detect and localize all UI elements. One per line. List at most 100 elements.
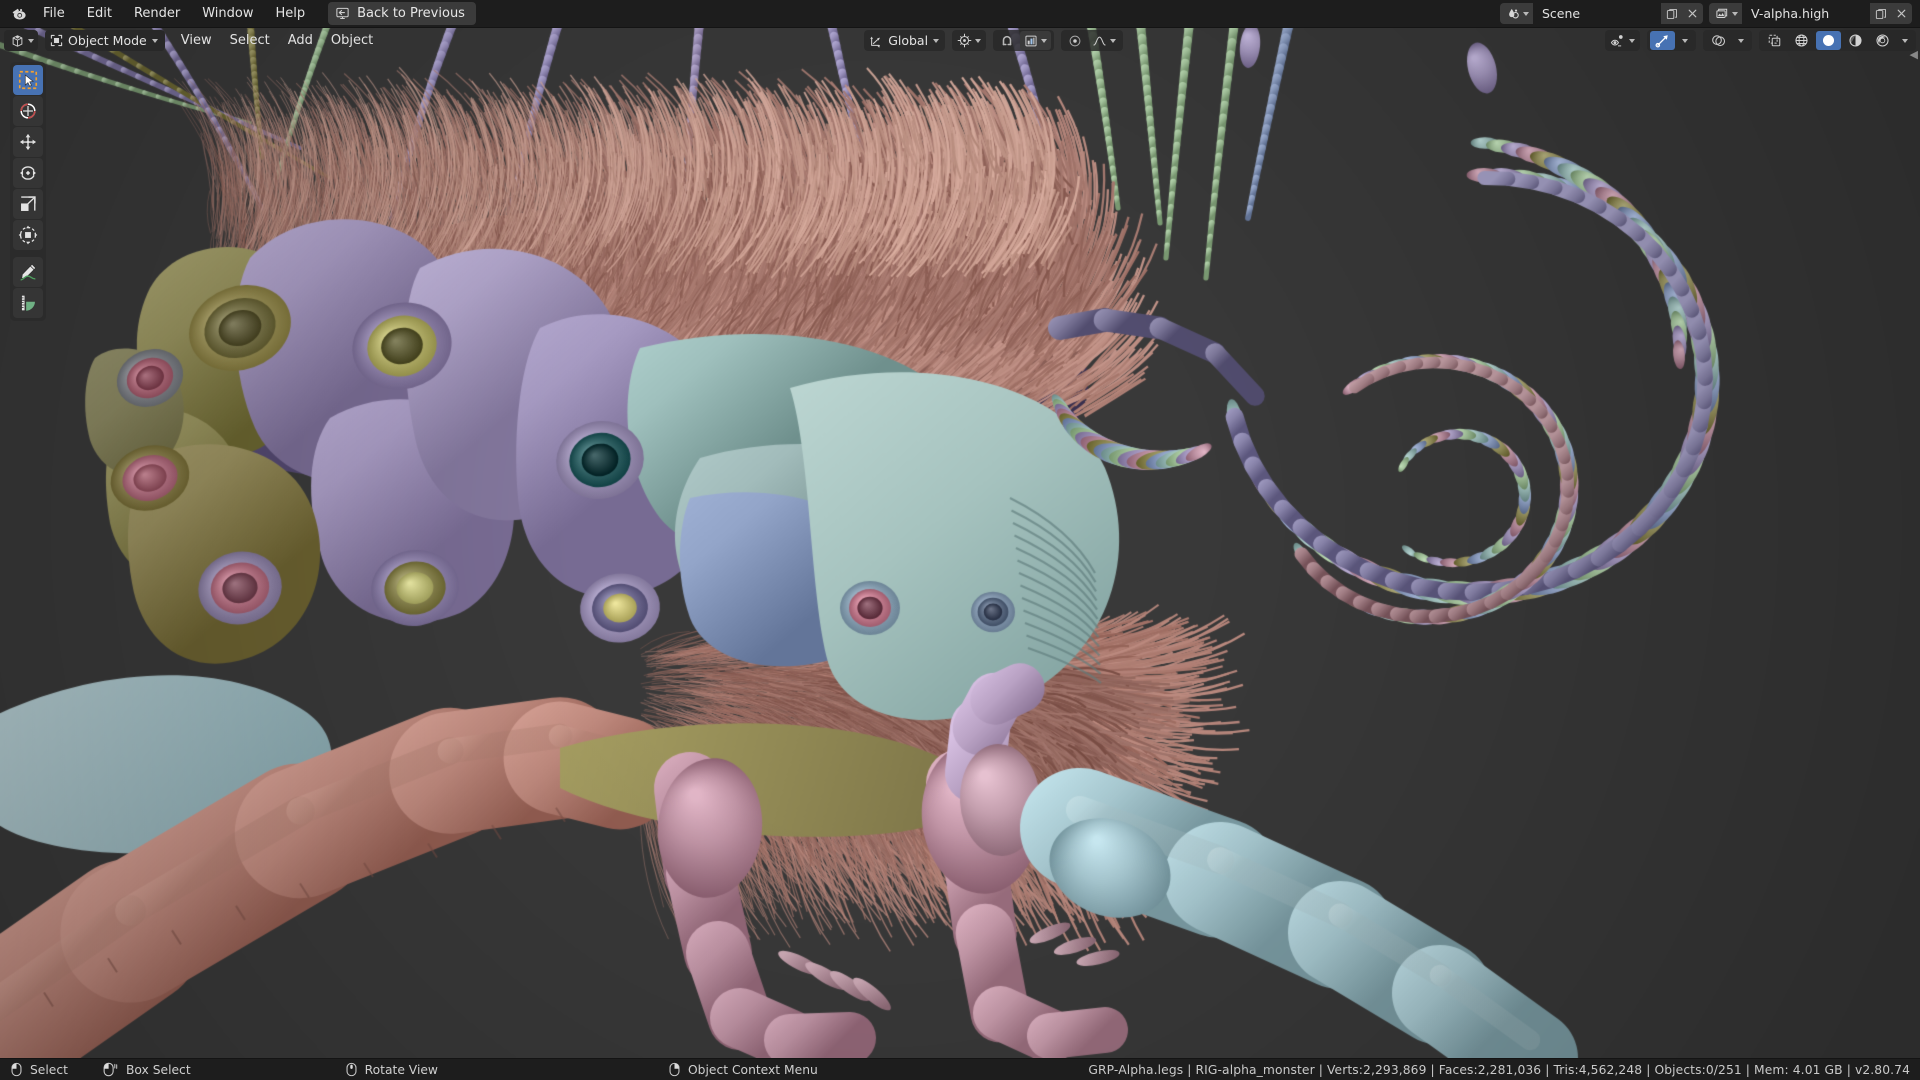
snap-to-selector[interactable] bbox=[1020, 31, 1051, 50]
shading-wireframe[interactable] bbox=[1789, 31, 1814, 50]
vp-menu-view[interactable]: View bbox=[172, 30, 221, 51]
toggle-xray-button[interactable] bbox=[1762, 31, 1787, 50]
keymap-object-context-menu: Object Context Menu bbox=[668, 1062, 818, 1077]
mouse-left-drag-icon bbox=[102, 1062, 119, 1077]
view-layer-icon[interactable] bbox=[1709, 3, 1742, 24]
object-visibility-selector[interactable] bbox=[1605, 30, 1640, 51]
chevron-down-icon bbox=[975, 39, 981, 43]
tool-rotate[interactable] bbox=[13, 158, 43, 188]
shading-solid[interactable] bbox=[1816, 31, 1841, 50]
vp-menu-add[interactable]: Add bbox=[279, 30, 322, 51]
chevron-down-icon bbox=[1732, 12, 1738, 16]
viewport-toolbar bbox=[10, 62, 46, 321]
vp-menu-select[interactable]: Select bbox=[221, 30, 279, 51]
material-preview-icon bbox=[1848, 33, 1863, 48]
transform-orientation-icon bbox=[869, 34, 883, 48]
back-to-previous-label: Back to Previous bbox=[357, 6, 465, 21]
overlay-controls bbox=[1703, 30, 1752, 51]
menu-edit[interactable]: Edit bbox=[76, 3, 123, 24]
wireframe-icon bbox=[1794, 33, 1809, 48]
tool-cursor[interactable] bbox=[13, 96, 43, 126]
keymap-rotate-view: Rotate View bbox=[345, 1062, 438, 1077]
proportional-falloff-selector[interactable] bbox=[1088, 31, 1120, 50]
snap-magnet-toggle[interactable] bbox=[996, 31, 1018, 50]
menu-render[interactable]: Render bbox=[123, 3, 191, 24]
solid-sphere-icon bbox=[1821, 33, 1836, 48]
scene-icon[interactable] bbox=[1500, 3, 1533, 24]
chevron-down-icon bbox=[1738, 39, 1744, 43]
keymap-box-select-label: Box Select bbox=[126, 1063, 191, 1077]
chevron-down-icon bbox=[152, 39, 158, 43]
shading-mode-group bbox=[1759, 30, 1916, 51]
chevron-down-icon bbox=[933, 39, 939, 43]
overlays-toggle[interactable] bbox=[1706, 31, 1731, 50]
shading-material[interactable] bbox=[1843, 31, 1868, 50]
mode-selector[interactable]: Object Mode bbox=[45, 30, 165, 51]
vp-menu-object[interactable]: Object bbox=[322, 30, 382, 51]
chevron-down-icon bbox=[1110, 39, 1116, 43]
tool-measure[interactable] bbox=[13, 288, 43, 318]
object-mode-icon bbox=[50, 34, 63, 47]
delete-scene-close-icon[interactable] bbox=[1682, 3, 1703, 24]
rendered-icon bbox=[1875, 33, 1890, 48]
chevron-down-icon bbox=[1682, 39, 1688, 43]
snap-to-increment-icon bbox=[1024, 34, 1038, 48]
object-types-visibility-icon bbox=[1610, 34, 1626, 48]
gizmo-toggle[interactable] bbox=[1650, 31, 1675, 50]
pivot-point-selector[interactable] bbox=[952, 30, 986, 51]
tool-scale[interactable] bbox=[13, 189, 43, 219]
chevron-down-icon bbox=[1629, 39, 1635, 43]
scene-selector[interactable]: Scene bbox=[1500, 3, 1703, 24]
move-icon bbox=[17, 131, 39, 153]
proportional-editing-icon bbox=[1068, 34, 1082, 48]
proportional-editing-toggle[interactable] bbox=[1064, 31, 1086, 50]
pivot-point-icon bbox=[957, 33, 972, 48]
view-layer-name-field[interactable]: V-alpha.high bbox=[1742, 3, 1870, 24]
snap-magnet-icon bbox=[1000, 34, 1014, 48]
menu-help[interactable]: Help bbox=[265, 3, 317, 24]
scale-icon bbox=[17, 193, 39, 215]
tool-annotate[interactable] bbox=[13, 257, 43, 287]
keymap-rotate-view-label: Rotate View bbox=[365, 1063, 438, 1077]
copy-view-layer-icon[interactable] bbox=[1870, 3, 1891, 24]
status-bar: Select Box Select Rotate View Objec bbox=[0, 1058, 1920, 1080]
transform-icon bbox=[17, 224, 39, 246]
3d-viewport[interactable] bbox=[0, 28, 1920, 1058]
gizmo-icon bbox=[1655, 33, 1670, 48]
menu-window[interactable]: Window bbox=[191, 3, 264, 24]
mouse-left-icon bbox=[10, 1062, 23, 1077]
annotate-pencil-icon bbox=[17, 261, 39, 283]
viewport-header: Object Mode View Select Add Object Globa… bbox=[0, 28, 1920, 53]
transform-orientation-selector[interactable]: Global bbox=[864, 30, 945, 51]
snapping-controls bbox=[993, 30, 1054, 51]
cursor-3d-icon bbox=[17, 100, 39, 122]
view-layer-selector[interactable]: V-alpha.high bbox=[1709, 3, 1912, 24]
chevron-down-icon bbox=[1523, 12, 1529, 16]
chevron-down-icon bbox=[1041, 39, 1047, 43]
delete-view-layer-close-icon[interactable] bbox=[1891, 3, 1912, 24]
back-to-previous-button[interactable]: Back to Previous bbox=[328, 2, 476, 25]
chevron-down-icon bbox=[28, 39, 34, 43]
keymap-select-label: Select bbox=[30, 1063, 68, 1077]
chevron-down-icon bbox=[1902, 39, 1908, 43]
gizmo-options-dropdown[interactable] bbox=[1677, 31, 1693, 50]
overlay-options-dropdown[interactable] bbox=[1733, 31, 1749, 50]
blender-logo-icon[interactable] bbox=[6, 0, 32, 28]
tool-move[interactable] bbox=[13, 127, 43, 157]
editor-type-3dview-icon bbox=[10, 34, 25, 48]
proportional-falloff-smooth-icon bbox=[1092, 34, 1107, 48]
scene-statistics: GRP-Alpha.legs | RIG-alpha_monster | Ver… bbox=[1088, 1063, 1910, 1077]
tool-select-box[interactable] bbox=[13, 65, 43, 95]
tool-transform[interactable] bbox=[13, 220, 43, 250]
mouse-middle-icon bbox=[345, 1062, 358, 1077]
viewport-render-canvas[interactable] bbox=[0, 28, 1920, 1058]
toggle-xray-icon bbox=[1767, 33, 1782, 48]
sidebar-expand-arrow-icon[interactable]: ◀ bbox=[1910, 48, 1918, 61]
shading-rendered[interactable] bbox=[1870, 31, 1895, 50]
editor-type-selector[interactable] bbox=[4, 30, 38, 51]
new-scene-icon[interactable] bbox=[1661, 3, 1682, 24]
rotate-icon bbox=[17, 162, 39, 184]
scene-name-field[interactable]: Scene bbox=[1533, 3, 1661, 24]
measure-ruler-icon bbox=[17, 292, 39, 314]
menu-file[interactable]: File bbox=[32, 3, 76, 24]
